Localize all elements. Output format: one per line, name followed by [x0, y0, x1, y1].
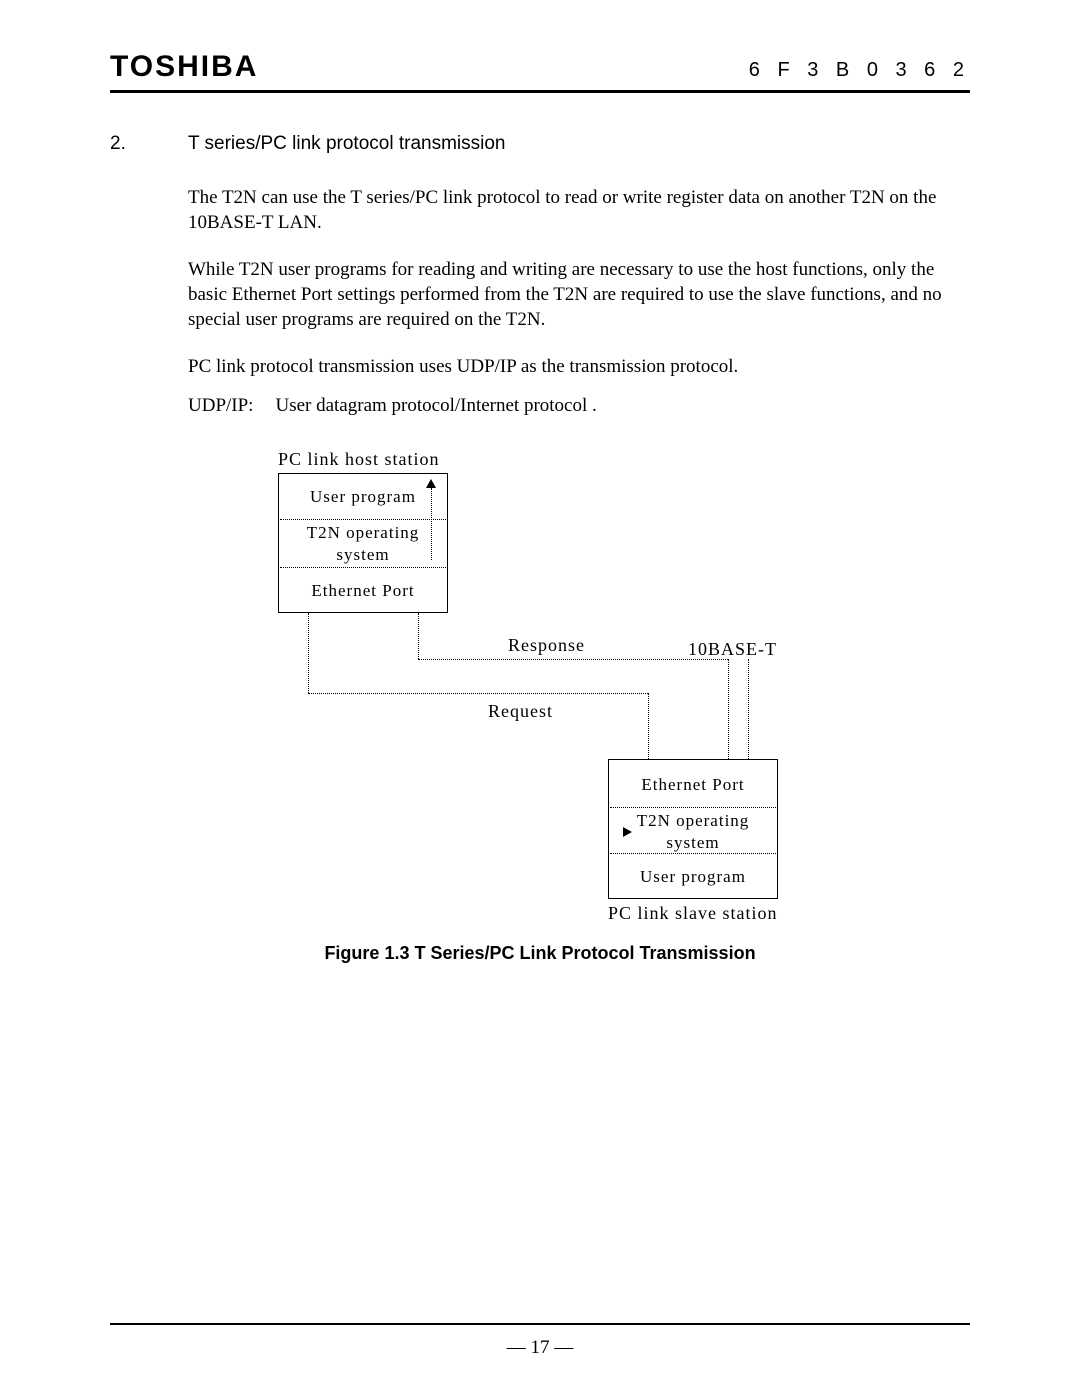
section-heading: 2. T series/PC link protocol transmissio… — [110, 133, 970, 155]
host-drop-left — [308, 613, 309, 693]
header-rule — [110, 90, 970, 93]
slave-user-program: User program — [609, 858, 777, 896]
udp-definition: UDP/IP: User datagram protocol/Internet … — [188, 393, 970, 418]
page: TOSHIBA 6 F 3 B 0 3 6 2 2. T series/PC l… — [0, 0, 1080, 1397]
host-box: User program T2N operating system Ethern… — [278, 473, 448, 613]
response-line — [418, 659, 728, 660]
udp-term: UDP/IP: — [188, 393, 253, 418]
host-ethernet-port: Ethernet Port — [279, 570, 447, 612]
page-number: — 17 — — [110, 1337, 970, 1359]
udp-expansion: User datagram protocol/Internet protocol… — [275, 393, 596, 418]
host-drop-right — [418, 613, 419, 659]
page-footer: — 17 — — [110, 1323, 970, 1359]
request-line — [308, 693, 648, 694]
slave-rise-right — [748, 659, 749, 759]
bus-label: 10BASE-T — [688, 639, 777, 660]
slave-t2n-os: T2N operating system — [609, 810, 777, 854]
body: The T2N can use the T series/PC link pro… — [188, 185, 970, 419]
slave-arrow-right-icon — [623, 827, 632, 837]
content: 2. T series/PC link protocol transmissio… — [110, 95, 970, 964]
response-label: Response — [508, 635, 585, 656]
slave-box: Ethernet Port T2N operating system User … — [608, 759, 778, 899]
request-label: Request — [488, 701, 553, 722]
host-t2n-os: T2N operating system — [279, 522, 447, 566]
slave-sep-1 — [610, 807, 776, 808]
slave-rise-left — [648, 693, 649, 759]
host-user-program: User program — [279, 478, 447, 516]
paragraph-1: The T2N can use the T series/PC link pro… — [188, 185, 970, 235]
host-up-arrow-line — [431, 488, 432, 560]
footer-rule — [110, 1323, 970, 1325]
document-code: 6 F 3 B 0 3 6 2 — [749, 59, 970, 82]
page-header: TOSHIBA 6 F 3 B 0 3 6 2 — [110, 50, 970, 90]
slave-sep-2 — [610, 853, 776, 854]
section-title: T series/PC link protocol transmission — [188, 133, 505, 155]
section-number: 2. — [110, 133, 188, 155]
host-sep-2 — [280, 567, 446, 568]
host-station-label: PC link host station — [278, 449, 440, 470]
slave-station-label: PC link slave station — [608, 903, 778, 924]
figure-caption: Figure 1.3 T Series/PC Link Protocol Tra… — [110, 943, 970, 964]
host-sep-1 — [280, 519, 446, 520]
figure-diagram: PC link host station User program T2N op… — [188, 449, 888, 919]
paragraph-2: While T2N user programs for reading and … — [188, 257, 970, 332]
paragraph-3: PC link protocol transmission uses UDP/I… — [188, 354, 970, 379]
slave-ethernet-port: Ethernet Port — [609, 764, 777, 806]
slave-rise-mid — [728, 659, 729, 759]
host-up-arrow-icon — [426, 479, 436, 488]
brand-logo: TOSHIBA — [110, 50, 258, 84]
